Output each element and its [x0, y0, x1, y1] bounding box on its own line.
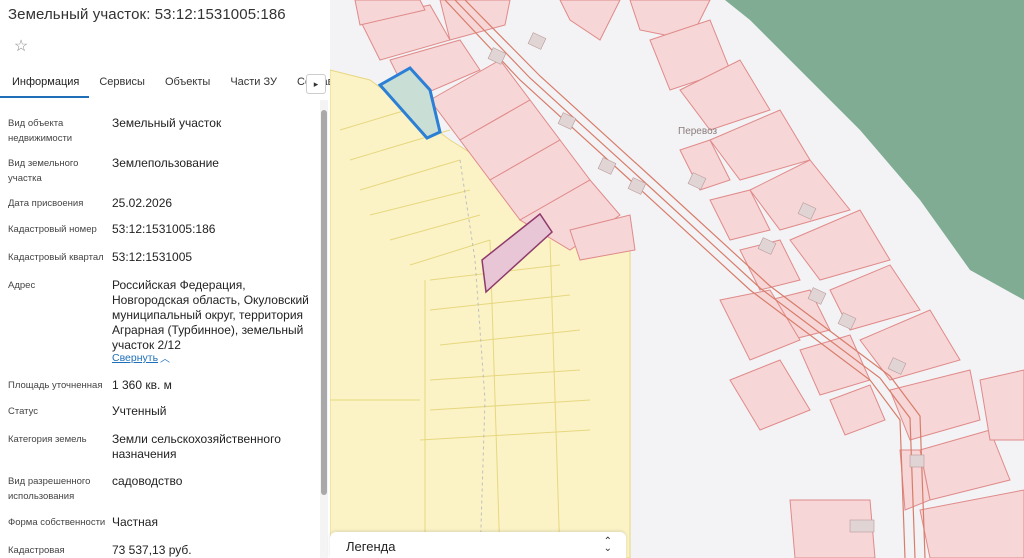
property-value: Учтенный	[112, 404, 167, 418]
property-label: Кадастровый номер	[8, 224, 97, 235]
tab-bar: Информация Сервисы Объекты Части ЗУ Сост…	[0, 72, 330, 98]
property-label: Вид объекта недвижимости	[8, 118, 73, 144]
tab-scroll-right-button[interactable]: ▸	[306, 74, 326, 94]
tab-info[interactable]: Информация	[0, 72, 90, 98]
property-label: Вид земельного участка	[8, 158, 79, 184]
tab-objects[interactable]: Объекты	[155, 72, 220, 98]
property-label: Дата присвоения	[8, 198, 84, 209]
property-value: садоводство	[112, 474, 183, 488]
property-label: Категория земель	[8, 434, 87, 445]
property-value: 1 360 кв. м	[112, 378, 172, 392]
property-value: Земельный участок	[112, 116, 222, 130]
collapse-address-link[interactable]: Свернуть	[112, 352, 158, 364]
property-label: Адрес	[8, 280, 36, 291]
property-value: 53:12:1531005:186	[112, 222, 216, 236]
info-panel: Земельный участок: 53:12:1531005:186 ☆ И…	[0, 0, 330, 558]
panel-title: Земельный участок: 53:12:1531005:186	[8, 6, 286, 23]
tab-services[interactable]: Сервисы	[89, 72, 155, 98]
property-value: 53:12:1531005	[112, 250, 193, 264]
property-label: Площадь уточненная	[8, 380, 103, 391]
map-place-label: Перевоз	[678, 126, 718, 137]
property-value: 25.02.2026	[112, 196, 173, 210]
chevron-up-down-icon[interactable]: ⌃ ⌄	[604, 537, 612, 554]
star-icon[interactable]: ☆	[12, 38, 30, 56]
property-value: 73 537,13 руб.	[112, 543, 192, 557]
panel-scrollbar-thumb[interactable]	[321, 110, 327, 495]
property-value: Земли сельскохозяйственного назначения	[112, 432, 281, 461]
map-view[interactable]: Перевоз	[330, 0, 1024, 558]
property-value: Российская Федерация, Новгородская облас…	[112, 278, 309, 352]
property-label: Кадастровый квартал	[8, 252, 104, 263]
property-value: Землепользование	[112, 156, 219, 170]
property-value: Частная	[112, 515, 158, 529]
chevron-up-icon[interactable]: ︿	[160, 350, 170, 365]
property-label: Статус	[8, 406, 39, 417]
legend-panel[interactable]: Легенда ⌃ ⌄	[330, 532, 626, 558]
map-canvas[interactable]	[330, 0, 1024, 558]
property-label: Вид разрешенного использования	[8, 476, 91, 502]
property-label: Форма собственности	[8, 517, 106, 528]
legend-label: Легенда	[346, 539, 396, 554]
property-label: Кадастровая	[8, 545, 65, 556]
tab-parts[interactable]: Части ЗУ	[220, 72, 287, 98]
